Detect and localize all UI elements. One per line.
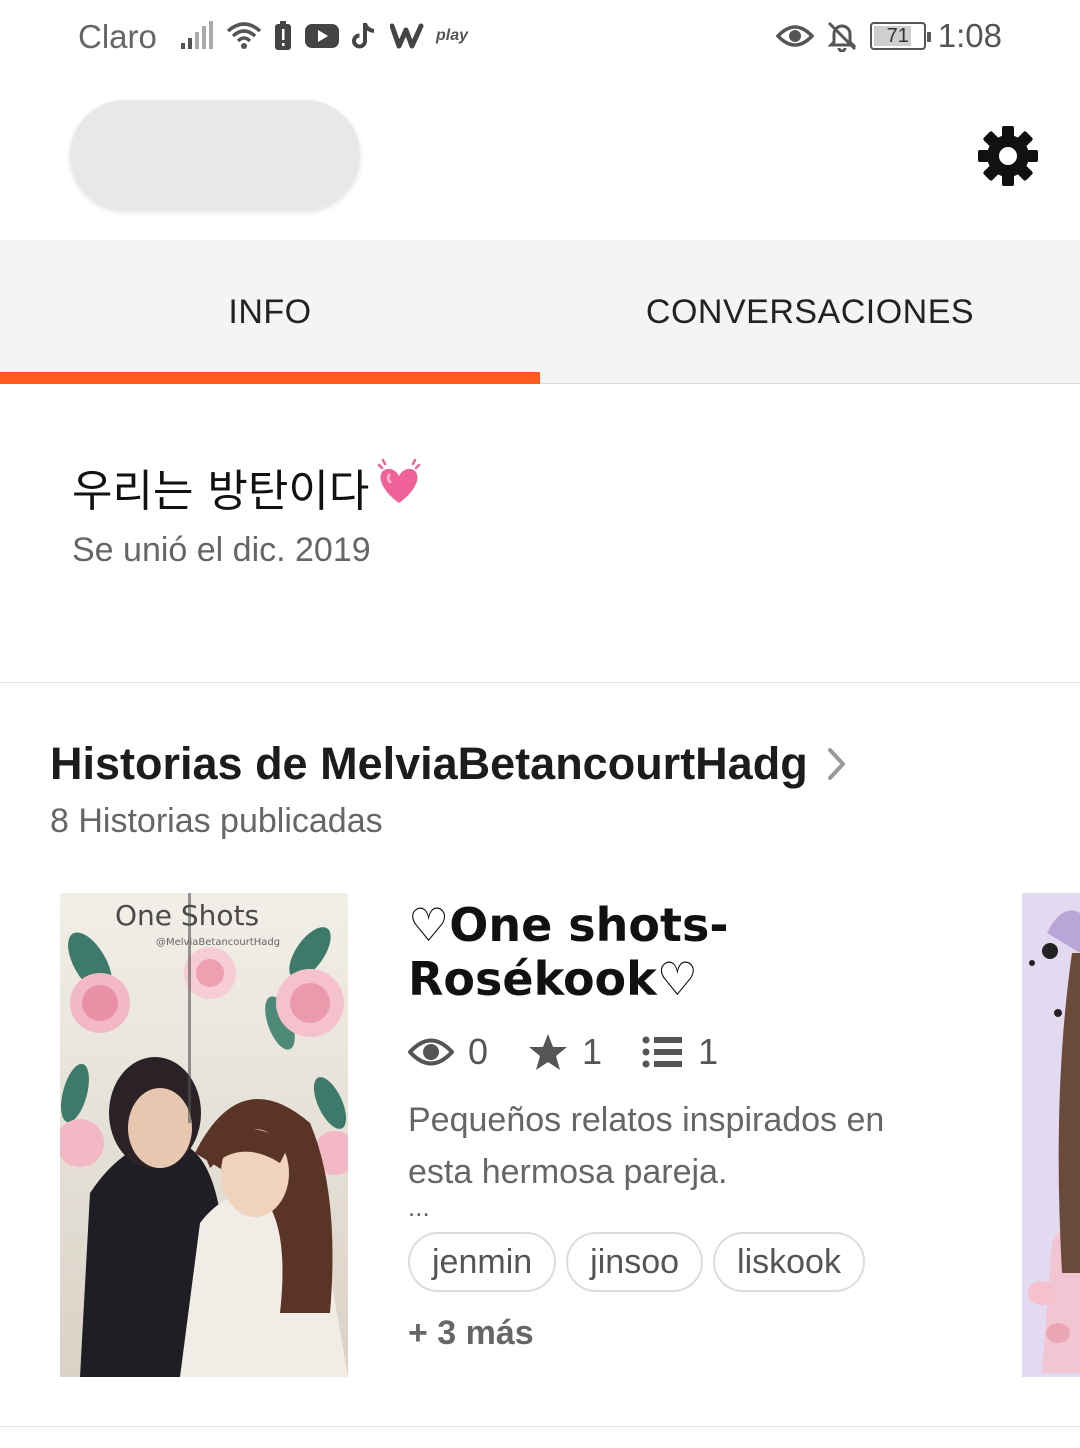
status-icons-right: 71 1:08 — [775, 16, 1002, 56]
tab-conversaciones-label: CONVERSACIONES — [645, 292, 975, 331]
section-divider — [0, 682, 1080, 683]
tag-list: jenmin jinsoo liskook — [408, 1232, 1008, 1292]
story-title: ♡One shots-Rosékook♡ — [408, 898, 729, 1006]
star-icon — [529, 1034, 568, 1070]
story-description: Pequeños relatos inspirados en esta herm… — [408, 1101, 885, 1191]
battery-alert-icon — [275, 21, 291, 50]
play-icon: play — [436, 27, 469, 44]
story-info[interactable]: ♡One shots-Rosékook♡ 0 1 1 Pequeños rela… — [408, 898, 1008, 1353]
profile-about: 우리는 방탄이다 Se unió el dic. 2019 — [72, 455, 425, 570]
joined-date: Se unió el dic. 2019 — [72, 531, 371, 569]
votes-stat: 1 — [528, 1031, 602, 1073]
cover-title-text: One Shots — [115, 899, 259, 932]
chevron-right-icon — [826, 746, 848, 782]
battery-icon: 71 — [869, 22, 931, 50]
wifi-icon — [226, 22, 262, 49]
reads-count: 0 — [468, 1031, 489, 1072]
wattpad-icon — [390, 23, 424, 49]
bell-off-icon — [827, 21, 857, 52]
avatar[interactable] — [70, 100, 360, 210]
settings-button[interactable] — [972, 120, 1044, 192]
parts-count: 1 — [698, 1031, 719, 1072]
profile-description-text: 우리는 방탄이다 — [72, 466, 370, 517]
eye-icon — [775, 25, 814, 47]
tiktok-icon — [352, 23, 375, 49]
clock: 1:08 — [937, 17, 1002, 54]
tab-bar: INFO CONVERSACIONES — [0, 240, 1080, 384]
tag-chip[interactable]: liskook — [713, 1232, 865, 1292]
stories-title: Historias de MelviaBetancourtHadg — [50, 738, 808, 789]
list-icon — [642, 1036, 683, 1068]
gear-icon — [978, 126, 1038, 186]
profile-description: 우리는 방탄이다 — [72, 455, 425, 519]
votes-count: 1 — [582, 1031, 603, 1072]
tab-info-label: INFO — [228, 292, 312, 331]
battery-level: 71 — [886, 24, 909, 47]
eye-icon — [408, 1038, 454, 1066]
tab-info[interactable]: INFO — [0, 240, 540, 384]
more-tags-link[interactable]: + 3 más — [408, 1314, 1008, 1353]
heart-icon — [373, 457, 425, 518]
status-bar: Claro play 71 1:08 — [0, 0, 1080, 76]
bottom-divider — [0, 1426, 1080, 1427]
status-icons-left: play — [180, 16, 468, 56]
tag-chip[interactable]: jinsoo — [566, 1232, 704, 1292]
signal-icon — [181, 21, 213, 49]
tag-chip[interactable]: jenmin — [408, 1232, 557, 1292]
carrier-label: Claro — [78, 18, 157, 55]
tab-conversaciones[interactable]: CONVERSACIONES — [540, 240, 1080, 384]
stories-header[interactable]: Historias de MelviaBetancourtHadg — [50, 738, 848, 790]
story-cover[interactable]: One Shots @MelviaBetancourtHadg — [60, 893, 348, 1377]
next-story-cover[interactable] — [1022, 893, 1080, 1377]
reads-stat: 0 — [408, 1031, 488, 1073]
story-stats: 0 1 1 — [408, 1028, 1008, 1076]
stories-count: 8 Historias publicadas — [50, 802, 383, 840]
youtube-icon — [305, 24, 339, 48]
parts-stat: 1 — [642, 1031, 718, 1073]
cover-credit-text: @MelviaBetancourtHadg — [156, 937, 280, 948]
